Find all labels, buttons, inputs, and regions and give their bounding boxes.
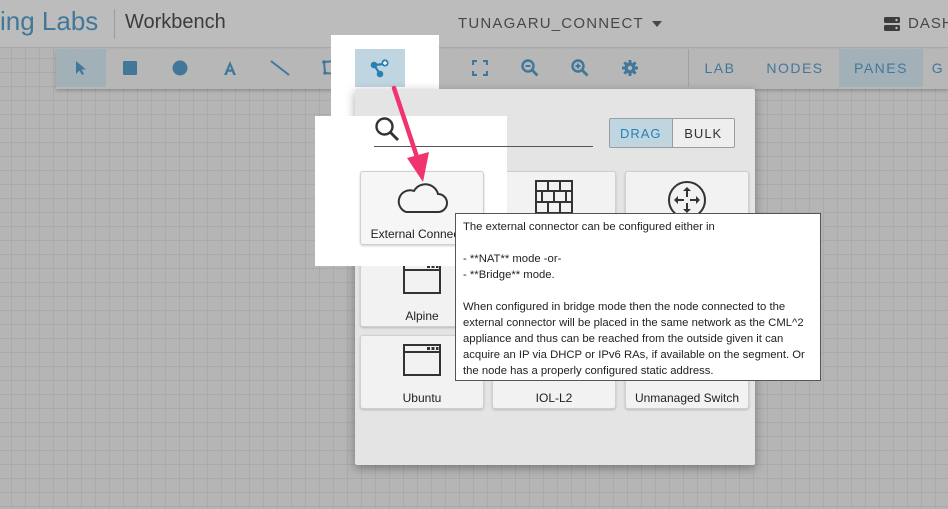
- drag-mode-button[interactable]: DRAG: [610, 119, 673, 147]
- search-icon: [374, 116, 400, 147]
- external-connector-tooltip: The external connector can be configured…: [455, 213, 821, 381]
- server-window-icon: [403, 262, 441, 294]
- add-node-tool-button-highlighted[interactable]: [355, 49, 405, 87]
- node-card-label: Ubuntu: [402, 391, 442, 405]
- server-window-icon: [403, 344, 441, 376]
- search-underline: [374, 146, 507, 147]
- palette-mode-toggle: DRAG BULK: [609, 118, 735, 148]
- bulk-mode-button[interactable]: BULK: [672, 119, 734, 147]
- add-node-icon: [370, 59, 389, 78]
- cloud-icon: [397, 183, 448, 213]
- node-card-label: IOL-L2: [535, 391, 573, 405]
- node-card-label: Unmanaged Switch: [634, 391, 740, 405]
- firewall-brick-icon: [535, 180, 573, 214]
